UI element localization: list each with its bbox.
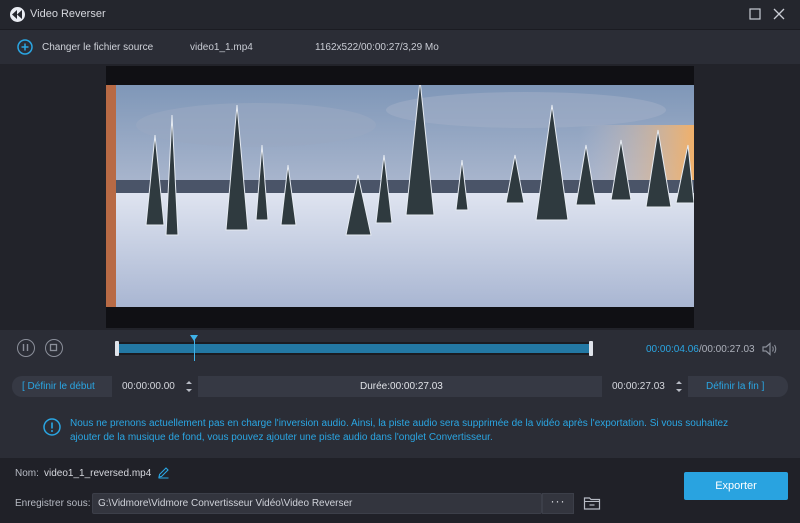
end-time-field[interactable]: 00:00:27.03 — [602, 376, 688, 397]
name-label: Nom: — [15, 468, 39, 479]
change-source-button[interactable]: Changer le fichier source — [42, 42, 153, 53]
pause-button[interactable] — [17, 339, 35, 357]
title-bar: Video Reverser — [0, 0, 800, 30]
timeline-track[interactable] — [115, 335, 593, 361]
timeline-selection — [118, 344, 590, 353]
source-file-name: video1_1.mp4 — [190, 42, 253, 53]
export-button[interactable]: Exporter — [684, 472, 788, 500]
audio-notice: Nous ne prenons actuellement pas en char… — [70, 418, 729, 443]
current-time: 00:00:04.06 — [646, 344, 699, 355]
app-logo-icon — [10, 7, 25, 22]
duration-label: Durée:00:00:27.03 — [360, 381, 443, 392]
output-file-name: video1_1_reversed.mp4 — [44, 468, 152, 479]
set-end-button[interactable]: Définir la fin ] — [706, 381, 764, 392]
maximize-icon[interactable] — [749, 8, 763, 22]
output-panel: Nom: video1_1_reversed.mp4 Enregistrer s… — [0, 458, 800, 523]
save-location-label: Enregistrer sous: — [15, 498, 91, 509]
video-frame-image — [106, 85, 694, 307]
playhead[interactable] — [193, 337, 195, 361]
source-file-info: 1162x522/00:00:27/3,29 Mo — [315, 42, 439, 53]
start-time-value: 00:00:00.00 — [122, 381, 175, 392]
pencil-icon[interactable] — [157, 466, 170, 482]
total-time: /00:00:27.03 — [699, 344, 755, 355]
info-icon — [43, 418, 61, 436]
add-icon[interactable] — [17, 39, 33, 55]
stop-button[interactable] — [45, 339, 63, 357]
stop-icon — [49, 343, 58, 352]
end-handle[interactable] — [589, 341, 593, 356]
pause-icon — [22, 344, 29, 351]
browse-button[interactable]: ··· — [542, 493, 574, 514]
video-preview[interactable] — [106, 66, 694, 328]
volume-icon[interactable] — [762, 342, 778, 359]
cut-bar: [ Définir le début 00:00:00.00 Durée:00:… — [12, 376, 788, 397]
end-time-stepper[interactable] — [674, 378, 684, 395]
window-title: Video Reverser — [30, 8, 106, 20]
start-time-stepper[interactable] — [184, 378, 194, 395]
start-time-field[interactable]: 00:00:00.00 — [112, 376, 198, 397]
save-path-value: G:\Vidmore\Vidmore Convertisseur Vidéo\V… — [98, 498, 353, 509]
set-start-button[interactable]: [ Définir le début — [22, 381, 95, 392]
save-path-field[interactable]: G:\Vidmore\Vidmore Convertisseur Vidéo\V… — [92, 493, 542, 514]
file-toolbar: Changer le fichier source video1_1.mp4 1… — [0, 30, 800, 64]
preview-area — [0, 64, 800, 330]
playback-controls: 00:00:04.06 /00:00:27.03 — [0, 330, 800, 370]
close-icon[interactable] — [773, 8, 787, 22]
folder-icon[interactable] — [583, 495, 601, 514]
end-time-value: 00:00:27.03 — [612, 381, 665, 392]
start-handle[interactable] — [115, 341, 119, 356]
